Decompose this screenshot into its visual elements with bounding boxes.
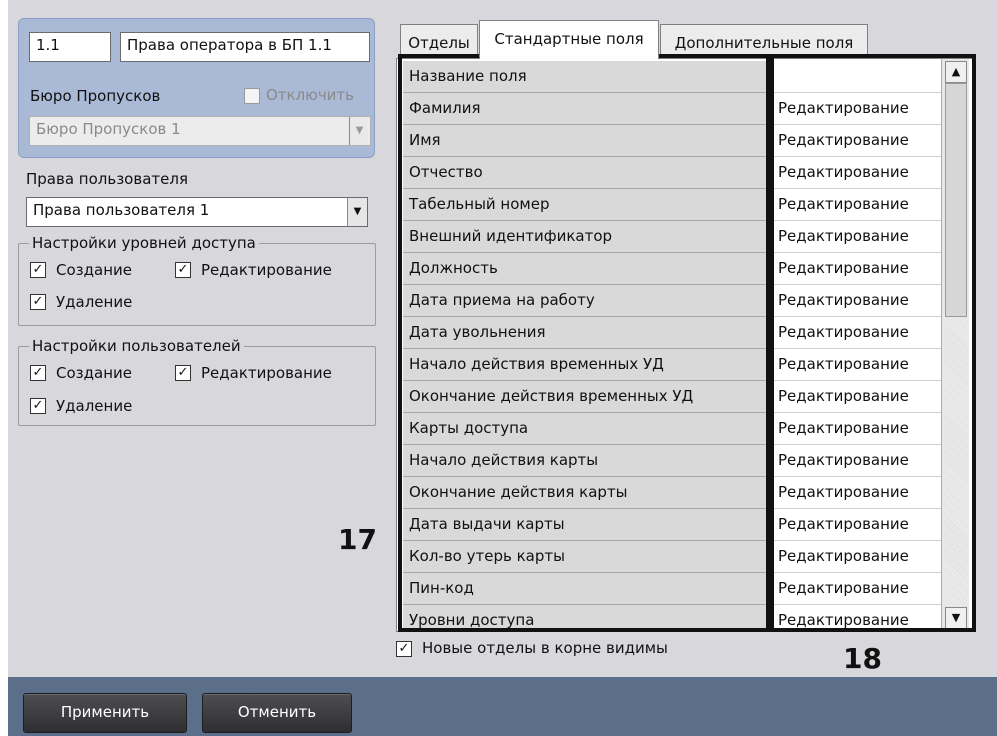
table-row[interactable]: Кол-во утерь карты Редактирование	[397, 541, 973, 573]
tab-departments[interactable]: Отделы	[400, 24, 478, 58]
bureau-select[interactable]: Бюро Пропусков 1	[29, 116, 371, 146]
new-depts-label: Новые отделы в корне видимы	[422, 639, 668, 657]
access-mode-cell[interactable]: Редактирование	[774, 413, 941, 445]
cancel-button[interactable]: Отменить	[202, 693, 352, 733]
user-rights-chevron-down-icon[interactable]: ▼	[347, 198, 367, 226]
scroll-track[interactable]	[945, 317, 967, 607]
access-delete-checkbox[interactable]: ✓	[30, 294, 46, 310]
field-name-cell: Внешний идентификатор	[403, 221, 773, 253]
user-create-checkbox[interactable]: ✓	[30, 365, 46, 381]
fields-grid: Название поля Фамилия Редактирование Имя Ред…	[396, 58, 974, 632]
access-mode-cell[interactable]: Редактирование	[774, 573, 941, 605]
grid-header-row: Название поля	[397, 61, 973, 93]
user-rights-value: Права пользователя 1	[33, 201, 210, 219]
access-create-label: Создание	[56, 261, 132, 279]
tab-standard-fields[interactable]: Стандартные поля	[479, 20, 659, 59]
field-name-cell: Начало действия временных УД	[403, 349, 773, 381]
field-name-cell: Отчество	[403, 157, 773, 189]
access-mode-cell[interactable]: Редактирование	[774, 541, 941, 573]
disable-label: Отключить	[266, 86, 355, 104]
id-field[interactable]: 1.1	[29, 32, 111, 62]
table-row[interactable]: Фамилия Редактирование	[397, 93, 973, 125]
user-delete-checkbox[interactable]: ✓	[30, 398, 46, 414]
table-row[interactable]: Имя Редактирование	[397, 125, 973, 157]
table-row[interactable]: Табельный номер Редактирование	[397, 189, 973, 221]
user-create-label: Создание	[56, 364, 132, 382]
access-levels-legend: Настройки уровней доступа	[29, 234, 259, 252]
user-settings-legend: Настройки пользователей	[29, 337, 244, 355]
table-row[interactable]: Внешний идентификатор Редактирование	[397, 221, 973, 253]
field-name-cell: Окончание действия временных УД	[403, 381, 773, 413]
user-edit-label: Редактирование	[201, 364, 332, 382]
scroll-thumb[interactable]	[945, 83, 967, 317]
user-rights-select[interactable]: Права пользователя 1	[26, 197, 368, 227]
field-name-cell: Уровни доступа	[403, 605, 773, 631]
field-name-cell: Фамилия	[403, 93, 773, 125]
access-delete-label: Удаление	[56, 293, 133, 311]
grid-scrollbar[interactable]: ▲ ▼	[941, 59, 969, 631]
table-row[interactable]: Пин-код Редактирование	[397, 573, 973, 605]
disable-checkbox[interactable]	[244, 88, 260, 104]
table-row[interactable]: Начало действия карты Редактирование	[397, 445, 973, 477]
access-mode-cell[interactable]: Редактирование	[774, 349, 941, 381]
access-mode-cell[interactable]: Редактирование	[774, 157, 941, 189]
column-header-field-name: Название поля	[403, 61, 773, 93]
table-row[interactable]: Дата увольнения Редактирование	[397, 317, 973, 349]
table-row[interactable]: Дата выдачи карты Редактирование	[397, 509, 973, 541]
user-delete-label: Удаление	[56, 397, 133, 415]
access-mode-cell[interactable]: Редактирование	[774, 253, 941, 285]
bureau-select-value: Бюро Пропусков 1	[36, 120, 181, 138]
access-mode-cell[interactable]: Редактирование	[774, 605, 941, 631]
tab-additional-fields[interactable]: Дополнительные поля	[660, 24, 868, 58]
access-create-checkbox[interactable]: ✓	[30, 262, 46, 278]
access-mode-cell[interactable]: Редактирование	[774, 93, 941, 125]
access-mode-cell[interactable]: Редактирование	[774, 221, 941, 253]
user-edit-checkbox[interactable]: ✓	[175, 365, 191, 381]
field-name-cell: Табельный номер	[403, 189, 773, 221]
apply-button[interactable]: Применить	[23, 693, 187, 733]
field-name-cell: Начало действия карты	[403, 445, 773, 477]
table-row[interactable]: Уровни доступа Редактирование	[397, 605, 973, 631]
table-row[interactable]: Должность Редактирование	[397, 253, 973, 285]
field-name-cell: Должность	[403, 253, 773, 285]
field-name-cell: Окончание действия карты	[403, 477, 773, 509]
bureau-label: Бюро Пропусков	[30, 87, 161, 105]
field-name-cell: Дата приема на работу	[403, 285, 773, 317]
access-mode-cell[interactable]: Редактирование	[774, 381, 941, 413]
field-name-cell: Дата увольнения	[403, 317, 773, 349]
access-mode-cell[interactable]: Редактирование	[774, 285, 941, 317]
table-row[interactable]: Дата приема на работу Редактирование	[397, 285, 973, 317]
access-mode-cell[interactable]: Редактирование	[774, 125, 941, 157]
field-name-cell: Кол-во утерь карты	[403, 541, 773, 573]
access-mode-cell[interactable]: Редактирование	[774, 477, 941, 509]
field-name-cell: Пин-код	[403, 573, 773, 605]
table-row[interactable]: Отчество Редактирование	[397, 157, 973, 189]
field-name-cell: Карты доступа	[403, 413, 773, 445]
access-mode-cell[interactable]: Редактирование	[774, 445, 941, 477]
annotation-number-18: 18	[843, 642, 882, 675]
access-mode-cell[interactable]: Редактирование	[774, 317, 941, 349]
field-name-cell: Имя	[403, 125, 773, 157]
annotation-number-17: 17	[338, 523, 377, 556]
access-mode-cell[interactable]: Редактирование	[774, 509, 941, 541]
access-edit-label: Редактирование	[201, 261, 332, 279]
name-field[interactable]: Права оператора в БП 1.1	[120, 32, 370, 62]
access-mode-cell[interactable]: Редактирование	[774, 189, 941, 221]
table-row[interactable]: Окончание действия временных УД Редактиро…	[397, 381, 973, 413]
field-name-cell: Дата выдачи карты	[403, 509, 773, 541]
table-row[interactable]: Начало действия временных УД Редактирован…	[397, 349, 973, 381]
bureau-chevron-down-icon[interactable]: ▼	[349, 117, 369, 145]
scroll-up-icon[interactable]: ▲	[945, 61, 967, 83]
access-edit-checkbox[interactable]: ✓	[175, 262, 191, 278]
table-row[interactable]: Окончание действия карты Редактирование	[397, 477, 973, 509]
access-levels-group: Настройки уровней доступа	[18, 234, 376, 326]
new-depts-checkbox[interactable]: ✓	[396, 641, 412, 657]
table-row[interactable]: Карты доступа Редактирование	[397, 413, 973, 445]
user-rights-label: Права пользователя	[26, 170, 188, 188]
scroll-down-icon[interactable]: ▼	[945, 607, 967, 629]
column-header-access	[774, 61, 941, 93]
